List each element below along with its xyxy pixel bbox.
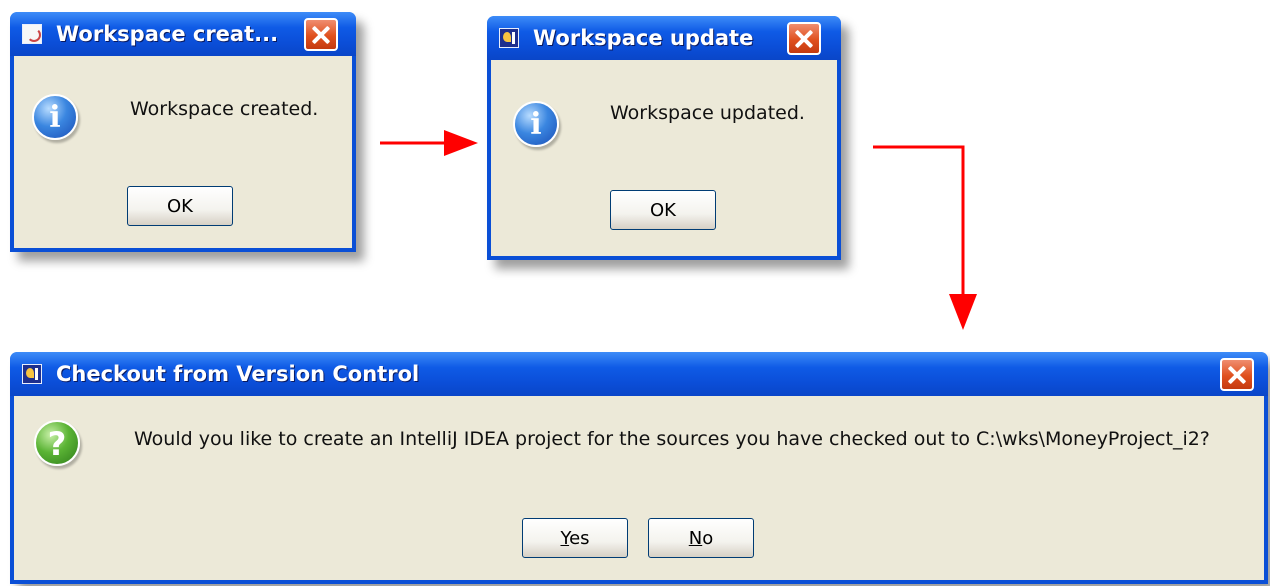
arrow-to-update — [380, 130, 478, 156]
flow-arrows — [380, 130, 977, 330]
arrow-to-checkout — [873, 145, 977, 330]
